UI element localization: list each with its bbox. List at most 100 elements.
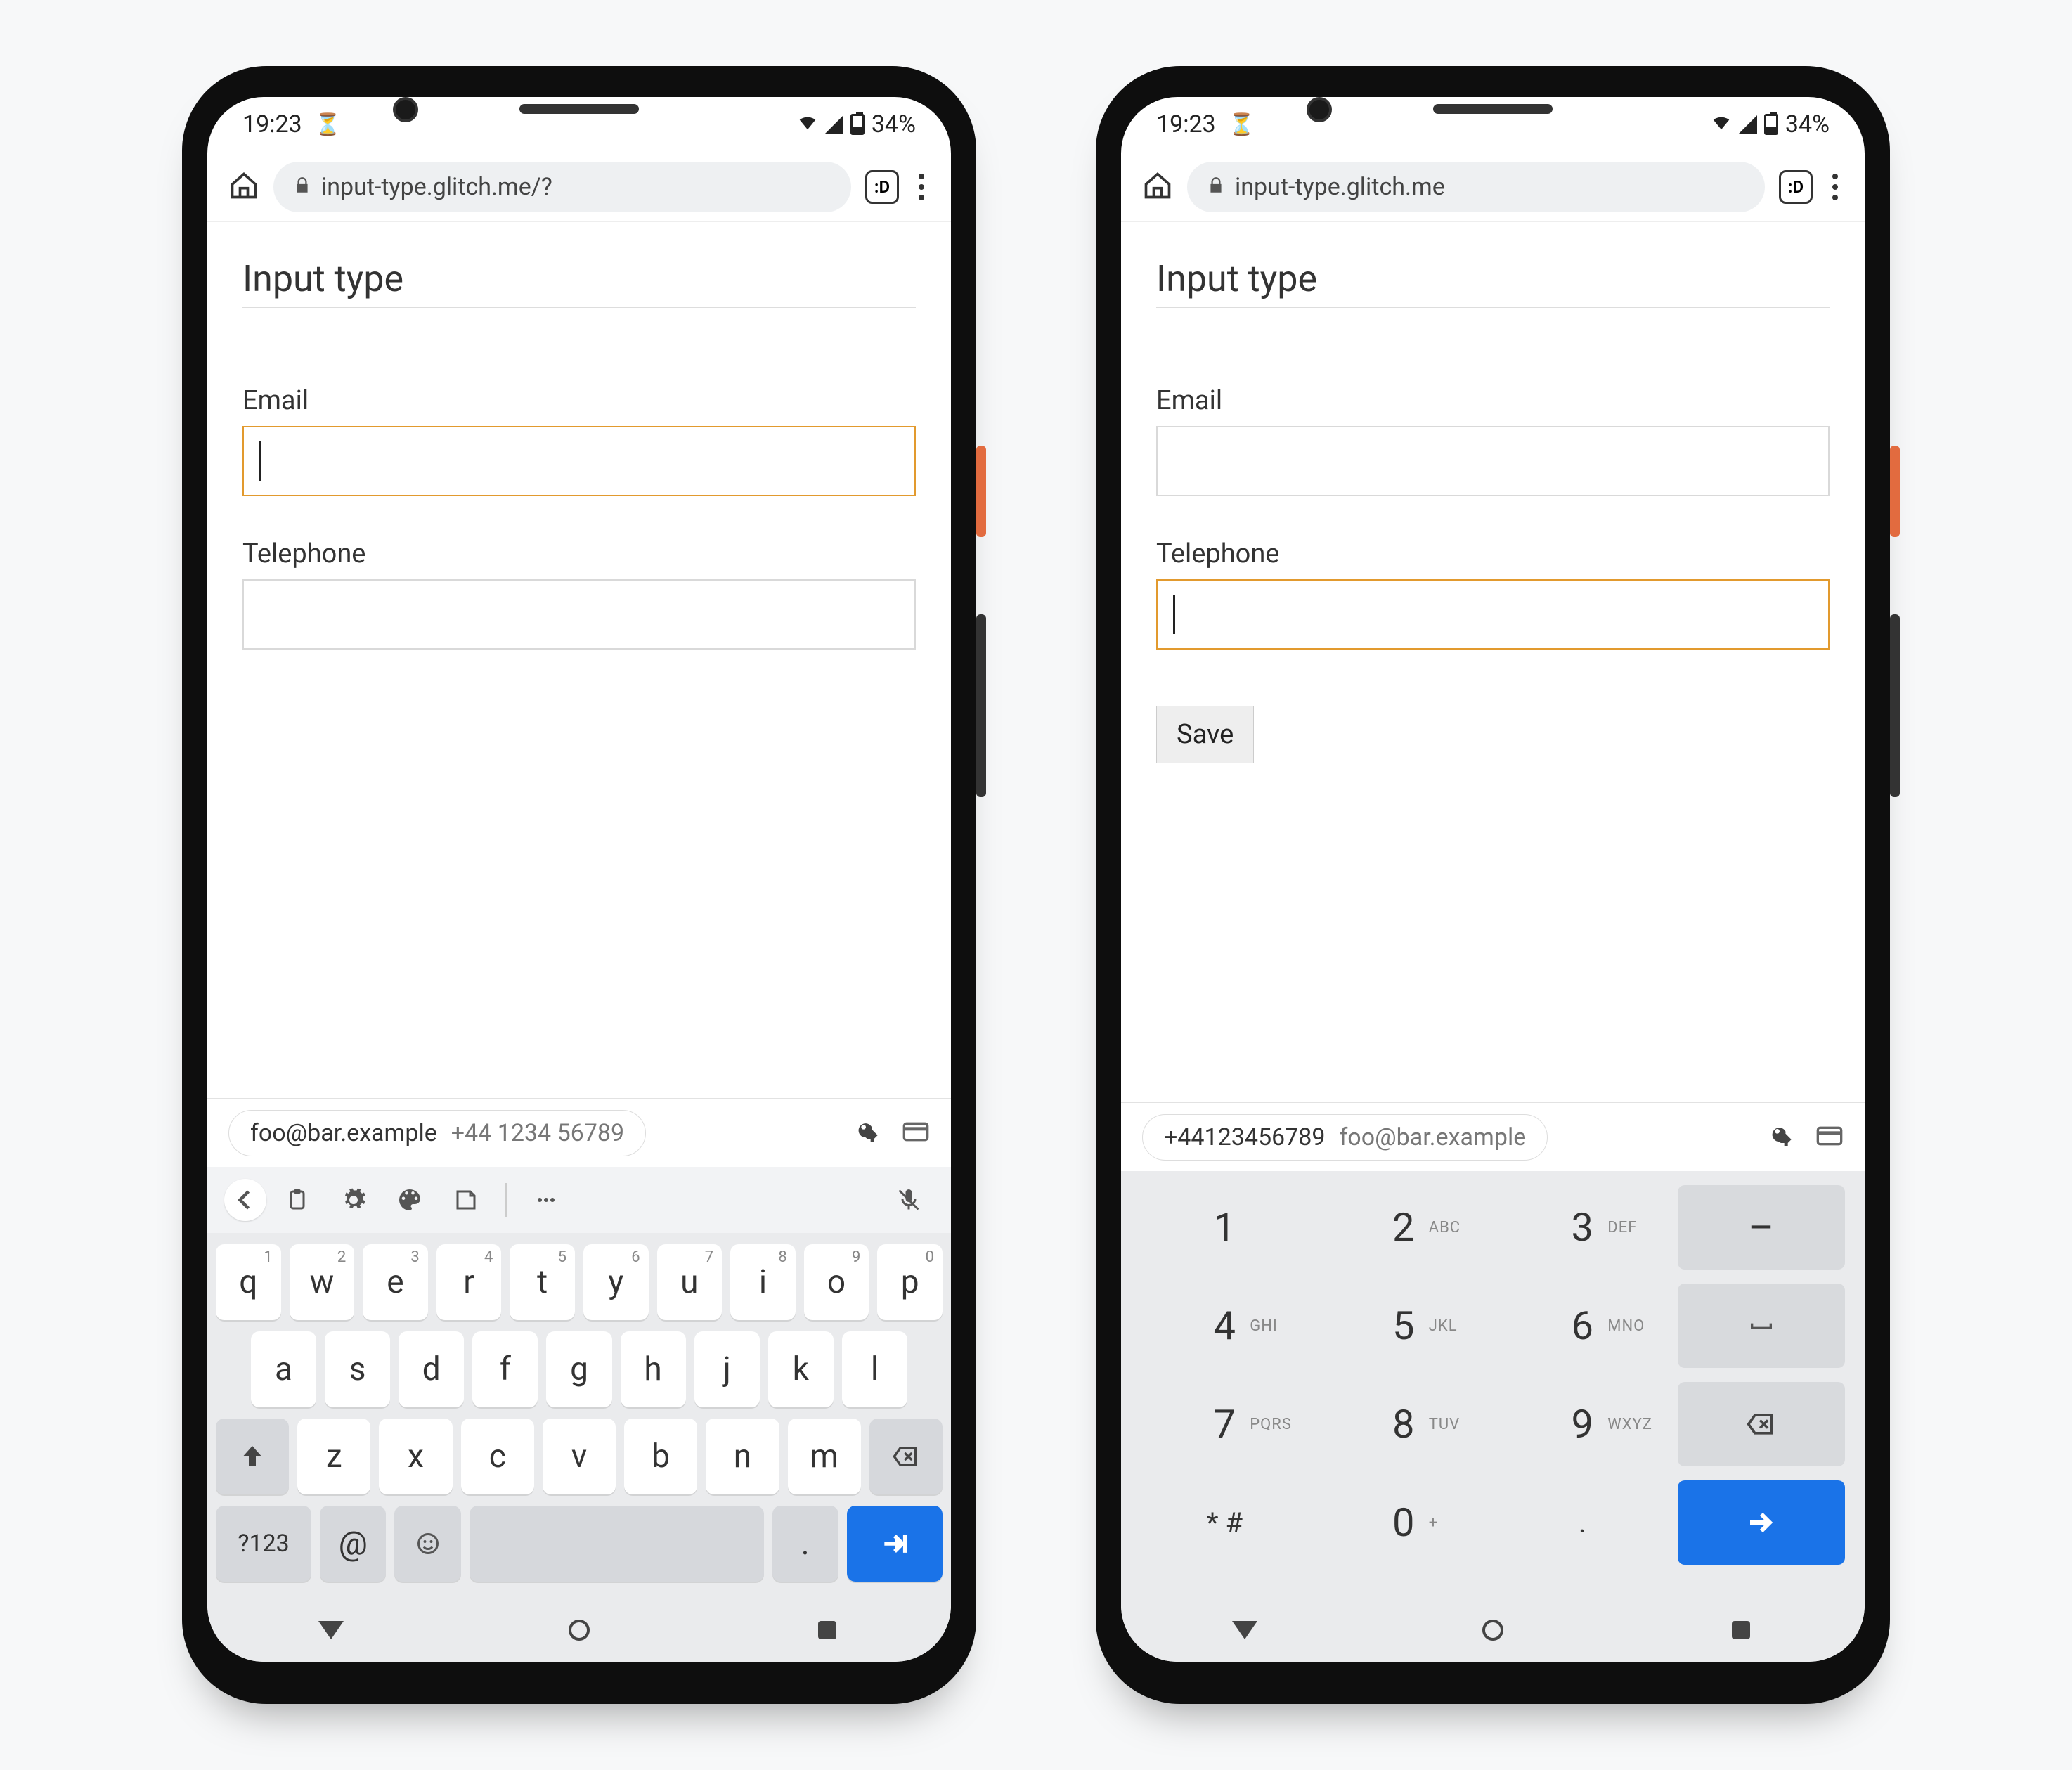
nav-recent-icon[interactable]	[813, 1616, 841, 1644]
enter-key[interactable]	[847, 1506, 943, 1582]
key-8[interactable]: 8TUV	[1320, 1382, 1488, 1466]
key-icon[interactable]	[855, 1118, 883, 1149]
backspace-key[interactable]	[1678, 1382, 1846, 1466]
url-bar[interactable]: input-type.glitch.me/?	[273, 162, 851, 212]
shift-key[interactable]	[216, 1419, 289, 1494]
qwerty-keyboard: q1w2e3r4t5y6u7i8o9p0 asdfghjkl zxcvbnm ?…	[207, 1233, 951, 1598]
lock-icon	[293, 173, 311, 201]
key-z[interactable]: z	[297, 1419, 370, 1494]
autofill-primary: +44123456789	[1164, 1123, 1325, 1151]
key-s[interactable]: s	[325, 1331, 390, 1407]
save-button[interactable]: Save	[1156, 706, 1254, 763]
autofill-chip[interactable]: +44123456789 foo@bar.example	[1142, 1114, 1548, 1161]
space-key[interactable]	[1678, 1284, 1846, 1368]
key-o[interactable]: o9	[804, 1244, 869, 1320]
key-w[interactable]: w2	[290, 1244, 355, 1320]
nav-home-icon[interactable]	[565, 1616, 593, 1644]
key-d[interactable]: d	[399, 1331, 464, 1407]
key-[interactable]: .	[1498, 1480, 1666, 1565]
wifi-icon	[1711, 110, 1732, 138]
autofill-chip[interactable]: foo@bar.example +44 1234 56789	[228, 1110, 646, 1156]
key-4[interactable]: 4GHI	[1141, 1284, 1309, 1368]
key-0[interactable]: 0+	[1320, 1480, 1488, 1565]
nav-home-icon[interactable]	[1479, 1616, 1507, 1644]
key-h[interactable]: h	[621, 1331, 686, 1407]
key-b[interactable]: b	[624, 1419, 697, 1494]
enter-key[interactable]	[1678, 1480, 1846, 1565]
screen: 19:23 ⏳ 34% input-type.glitch.me	[1121, 97, 1865, 1662]
at-key[interactable]: @	[320, 1506, 386, 1582]
key-e[interactable]: e3	[363, 1244, 428, 1320]
key-i[interactable]: i8	[730, 1244, 796, 1320]
gear-icon[interactable]	[328, 1179, 379, 1221]
clipboard-icon[interactable]	[272, 1179, 323, 1221]
key-9[interactable]: 9WXYZ	[1498, 1382, 1666, 1466]
telephone-field[interactable]	[1156, 579, 1830, 650]
power-button[interactable]	[1890, 446, 1900, 537]
key-g[interactable]: g	[546, 1331, 611, 1407]
more-icon[interactable]	[521, 1179, 571, 1221]
autofill-secondary: +44 1234 56789	[451, 1119, 624, 1147]
signal-icon	[825, 115, 843, 134]
key-icon[interactable]	[1769, 1122, 1797, 1153]
key-[interactable]: * #	[1141, 1480, 1309, 1565]
tab-count[interactable]: :D	[1779, 170, 1813, 204]
nav-back-icon[interactable]	[1231, 1616, 1259, 1644]
mic-off-icon[interactable]	[883, 1179, 934, 1221]
key-p[interactable]: p0	[877, 1244, 943, 1320]
nav-recent-icon[interactable]	[1727, 1616, 1755, 1644]
telephone-field[interactable]	[242, 579, 916, 650]
key-k[interactable]: k	[768, 1331, 834, 1407]
space-key[interactable]	[470, 1506, 764, 1582]
nav-back-icon[interactable]	[317, 1616, 345, 1644]
key-6[interactable]: 6MNO	[1498, 1284, 1666, 1368]
home-icon[interactable]	[228, 170, 259, 204]
key-r[interactable]: r4	[436, 1244, 502, 1320]
emoji-key[interactable]	[394, 1506, 460, 1582]
email-field[interactable]	[1156, 426, 1830, 496]
key-j[interactable]: j	[694, 1331, 760, 1407]
key-a[interactable]: a	[251, 1331, 316, 1407]
hourglass-icon: ⏳	[1229, 112, 1255, 137]
autofill-strip: foo@bar.example +44 1234 56789	[207, 1098, 951, 1167]
volume-button[interactable]	[976, 614, 986, 797]
key-m[interactable]: m	[788, 1419, 861, 1494]
tab-count[interactable]: :D	[865, 170, 899, 204]
key-x[interactable]: x	[379, 1419, 452, 1494]
key-v[interactable]: v	[543, 1419, 616, 1494]
numeric-keyboard: 12ABC3DEF– 4GHI5JKL6MNO 7PQRS8TUV9WXYZ * #0…	[1121, 1171, 1865, 1598]
key-5[interactable]: 5JKL	[1320, 1284, 1488, 1368]
volume-button[interactable]	[1890, 614, 1900, 797]
url-text: input-type.glitch.me/?	[321, 173, 552, 201]
url-bar[interactable]: input-type.glitch.me	[1187, 162, 1765, 212]
home-icon[interactable]	[1142, 170, 1173, 204]
battery-icon	[850, 114, 865, 135]
key-7[interactable]: 7PQRS	[1141, 1382, 1309, 1466]
card-icon[interactable]	[1815, 1122, 1844, 1153]
key-q[interactable]: q1	[216, 1244, 281, 1320]
key-3[interactable]: 3DEF	[1498, 1185, 1666, 1270]
telephone-label: Telephone	[1156, 538, 1830, 569]
backspace-key[interactable]	[869, 1419, 943, 1494]
symbols-key[interactable]: ?123	[216, 1506, 311, 1582]
key-y[interactable]: y6	[583, 1244, 649, 1320]
key-f[interactable]: f	[472, 1331, 538, 1407]
key-t[interactable]: t5	[510, 1244, 575, 1320]
key-c[interactable]: c	[461, 1419, 534, 1494]
key-l[interactable]: l	[842, 1331, 907, 1407]
key-2[interactable]: 2ABC	[1320, 1185, 1488, 1270]
period-key[interactable]: .	[772, 1506, 838, 1582]
card-icon[interactable]	[902, 1118, 930, 1149]
overflow-menu-icon[interactable]	[1827, 174, 1844, 200]
key-[interactable]: –	[1678, 1185, 1846, 1270]
overflow-menu-icon[interactable]	[913, 174, 930, 200]
key-n[interactable]: n	[706, 1419, 779, 1494]
power-button[interactable]	[976, 446, 986, 537]
keyboard-back-icon[interactable]	[224, 1179, 266, 1221]
key-u[interactable]: u7	[657, 1244, 723, 1320]
sticker-icon[interactable]	[441, 1179, 491, 1221]
email-field[interactable]	[242, 426, 916, 496]
autofill-secondary: foo@bar.example	[1339, 1123, 1526, 1151]
palette-icon[interactable]	[384, 1179, 435, 1221]
key-1[interactable]: 1	[1141, 1185, 1309, 1270]
